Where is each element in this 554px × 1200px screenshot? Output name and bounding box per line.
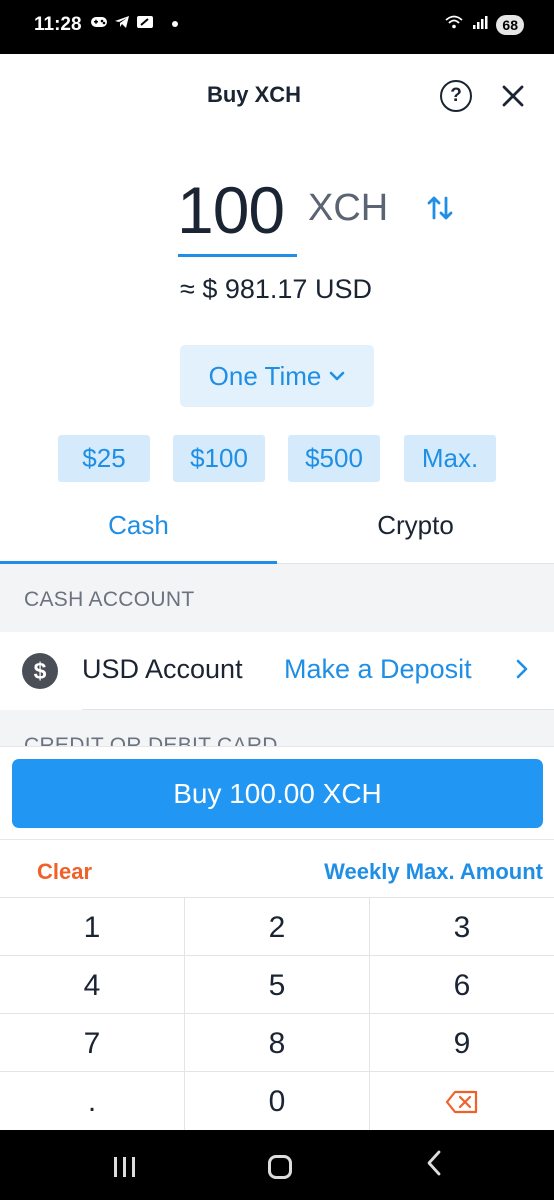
amount-cursor-underline <box>178 254 297 257</box>
chevron-right-icon <box>515 652 529 687</box>
key-8[interactable]: 8 <box>185 1014 370 1072</box>
buy-screen: Buy XCH ? 100 XCH ≈ $ 981.17 USD One Tim… <box>0 54 554 1130</box>
header: Buy XCH ? <box>0 54 554 138</box>
recent-apps-button[interactable] <box>114 1157 136 1177</box>
back-icon <box>427 1150 441 1176</box>
system-nav-bar <box>0 1130 554 1200</box>
preset-amounts: $25 $100 $500 Max. <box>58 435 498 482</box>
backspace-icon <box>445 1090 478 1114</box>
notification-icons <box>90 15 154 33</box>
preset-500-button[interactable]: $500 <box>288 435 380 482</box>
gamepad-icon <box>90 15 108 33</box>
swap-icon <box>427 196 453 220</box>
weekly-max-amount-button[interactable]: Weekly Max. Amount <box>324 859 543 885</box>
signal-icon <box>472 14 488 35</box>
help-button[interactable]: ? <box>440 80 472 112</box>
buy-button[interactable]: Buy 100.00 XCH <box>12 759 543 828</box>
usd-account-row[interactable]: $ USD Account Make a Deposit <box>0 632 554 710</box>
tab-cash[interactable]: Cash <box>0 510 277 541</box>
key-1[interactable]: 1 <box>0 898 185 956</box>
key-7[interactable]: 7 <box>0 1014 185 1072</box>
page-title: Buy XCH <box>206 82 302 107</box>
telegram-icon <box>114 15 130 33</box>
key-2[interactable]: 2 <box>185 898 370 956</box>
key-backspace[interactable] <box>370 1072 554 1130</box>
amount-row: 100 XCH <box>0 172 554 257</box>
status-right: 68 <box>444 14 524 35</box>
key-6[interactable]: 6 <box>370 956 554 1014</box>
tab-crypto[interactable]: Crypto <box>277 510 554 541</box>
key-4[interactable]: 4 <box>0 956 185 1014</box>
key-decimal[interactable]: . <box>0 1072 185 1130</box>
numeric-keypad: 1 2 3 4 5 6 7 8 9 . 0 <box>0 897 554 1130</box>
preset-max-button[interactable]: Max. <box>404 435 496 482</box>
status-bar: 11:28 68 <box>0 0 554 54</box>
make-deposit-link[interactable]: Make a Deposit <box>284 654 472 685</box>
key-9[interactable]: 9 <box>370 1014 554 1072</box>
nfc-icon <box>136 15 154 33</box>
amount-input[interactable]: 100 <box>177 172 285 248</box>
card-section-heading: CREDIT OR DEBIT CARD <box>24 734 278 746</box>
cash-account-section-header: CASH ACCOUNT <box>0 564 554 632</box>
chevron-down-icon <box>330 371 345 381</box>
key-3[interactable]: 3 <box>370 898 554 956</box>
dollar-icon: $ <box>22 653 58 689</box>
usd-equivalent: ≈ $ 981.17 USD <box>180 274 372 304</box>
close-icon <box>502 85 524 107</box>
payment-tabs: Cash Crypto <box>0 504 554 564</box>
cash-account-heading: CASH ACCOUNT <box>24 588 195 611</box>
close-button[interactable] <box>499 78 527 112</box>
preset-100-button[interactable]: $100 <box>173 435 265 482</box>
clear-button[interactable]: Clear <box>37 859 92 885</box>
preset-25-button[interactable]: $25 <box>58 435 150 482</box>
amount-currency: XCH <box>308 187 389 229</box>
swap-currency-button[interactable] <box>424 192 456 224</box>
buy-area: Buy 100.00 XCH <box>0 746 554 839</box>
account-label: USD Account <box>82 654 243 684</box>
back-button[interactable] <box>425 1150 443 1182</box>
key-5[interactable]: 5 <box>185 956 370 1014</box>
keypad-toolbar: Clear Weekly Max. Amount <box>0 839 554 897</box>
frequency-dropdown[interactable]: One Time <box>180 345 374 407</box>
frequency-label: One Time <box>208 360 322 391</box>
battery-badge: 68 <box>496 14 524 35</box>
key-0[interactable]: 0 <box>185 1072 370 1130</box>
status-time: 11:28 <box>34 14 82 35</box>
status-dot <box>172 21 178 27</box>
wifi-icon <box>444 14 464 35</box>
home-button[interactable] <box>268 1155 292 1179</box>
card-section-header: CREDIT OR DEBIT CARD <box>0 710 554 746</box>
